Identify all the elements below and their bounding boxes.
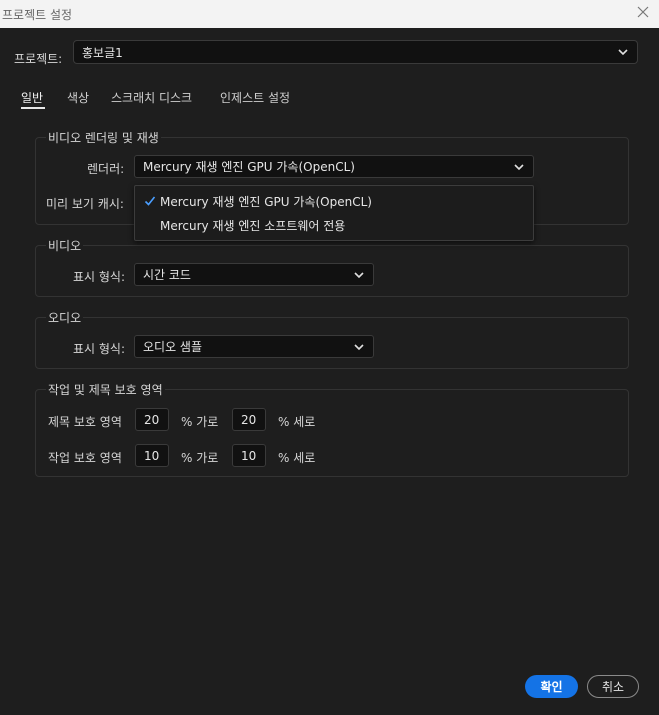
action-safe-horizontal-unit: % 가로 (181, 451, 219, 465)
renderer-option-gpu[interactable]: Mercury 재생 엔진 GPU 가속(OpenCL) (135, 189, 533, 213)
preview-cache-label: 미리 보기 캐시: (46, 197, 124, 211)
project-settings-dialog: 프로젝트: 홍보글1 일반 색상 스크래치 디스크 인제스트 설정 비디오 렌더… (0, 28, 659, 715)
action-safe-vertical-input[interactable]: 10 (232, 444, 266, 467)
safe-margins-group: 작업 및 제목 보호 영역 제목 보호 영역 20 % 가로 20 % 세로 작… (35, 381, 629, 477)
title-safe-horizontal-unit: % 가로 (181, 415, 219, 429)
renderer-option-software[interactable]: Mercury 재생 엔진 소프트웨어 전용 (135, 213, 533, 237)
group-title: 오디오 (46, 309, 84, 326)
tab-general[interactable]: 일반 (21, 89, 43, 106)
renderer-value: Mercury 재생 엔진 GPU 가속(OpenCL) (143, 160, 355, 174)
project-select[interactable]: 홍보글1 (73, 40, 638, 64)
title-safe-vertical-unit: % 세로 (278, 415, 316, 429)
window-title: 프로젝트 설정 (2, 8, 73, 22)
chevron-down-icon (354, 344, 364, 351)
chevron-down-icon (354, 272, 364, 279)
renderer-option-label: Mercury 재생 엔진 GPU 가속(OpenCL) (160, 194, 372, 209)
group-title: 작업 및 제목 보호 영역 (46, 381, 165, 398)
project-value: 홍보글1 (82, 45, 123, 60)
renderer-select[interactable]: Mercury 재생 엔진 GPU 가속(OpenCL) (134, 155, 534, 178)
video-group: 비디오 표시 형식: 시간 코드 (35, 237, 629, 297)
title-safe-horizontal-value: 20 (144, 412, 160, 427)
cancel-button[interactable]: 취소 (587, 675, 639, 698)
title-safe-label: 제목 보호 영역 (48, 415, 122, 429)
action-safe-label: 작업 보호 영역 (48, 451, 122, 465)
chevron-down-icon (514, 164, 524, 171)
project-label: 프로젝트: (14, 52, 63, 66)
video-display-format-label: 표시 형식: (73, 270, 126, 284)
tab-scratch-disks[interactable]: 스크래치 디스크 (111, 89, 192, 106)
video-display-format-select[interactable]: 시간 코드 (134, 263, 374, 286)
checkmark-icon (144, 196, 156, 206)
tab-color[interactable]: 색상 (67, 89, 89, 106)
project-row: 프로젝트: 홍보글1 (14, 40, 638, 67)
action-safe-vertical-value: 10 (241, 448, 257, 463)
renderer-option-label: Mercury 재생 엔진 소프트웨어 전용 (160, 218, 346, 233)
title-safe-vertical-input[interactable]: 20 (232, 408, 266, 431)
tab-ingest-settings[interactable]: 인제스트 설정 (220, 89, 290, 106)
audio-display-format-select[interactable]: 오디오 샘플 (134, 335, 374, 358)
group-title: 비디오 렌더링 및 재생 (46, 129, 161, 146)
action-safe-vertical-unit: % 세로 (278, 451, 316, 465)
action-safe-horizontal-value: 10 (144, 448, 160, 463)
audio-display-format-value: 오디오 샘플 (143, 340, 203, 354)
audio-display-format-label: 표시 형식: (73, 342, 126, 356)
video-display-format-value: 시간 코드 (143, 268, 191, 282)
renderer-dropdown-menu: Mercury 재생 엔진 GPU 가속(OpenCL) Mercury 재생 … (134, 185, 534, 241)
audio-group: 오디오 표시 형식: 오디오 샘플 (35, 309, 629, 369)
title-safe-vertical-value: 20 (241, 412, 257, 427)
renderer-label: 렌더러: (87, 162, 125, 176)
ok-button[interactable]: 확인 (525, 675, 578, 698)
action-safe-horizontal-input[interactable]: 10 (135, 444, 169, 467)
title-safe-horizontal-input[interactable]: 20 (135, 408, 169, 431)
chevron-down-icon (618, 49, 628, 56)
group-title: 비디오 (46, 237, 84, 254)
active-tab-indicator (21, 107, 45, 109)
close-icon[interactable] (635, 4, 651, 20)
title-bar: 프로젝트 설정 (0, 0, 659, 28)
